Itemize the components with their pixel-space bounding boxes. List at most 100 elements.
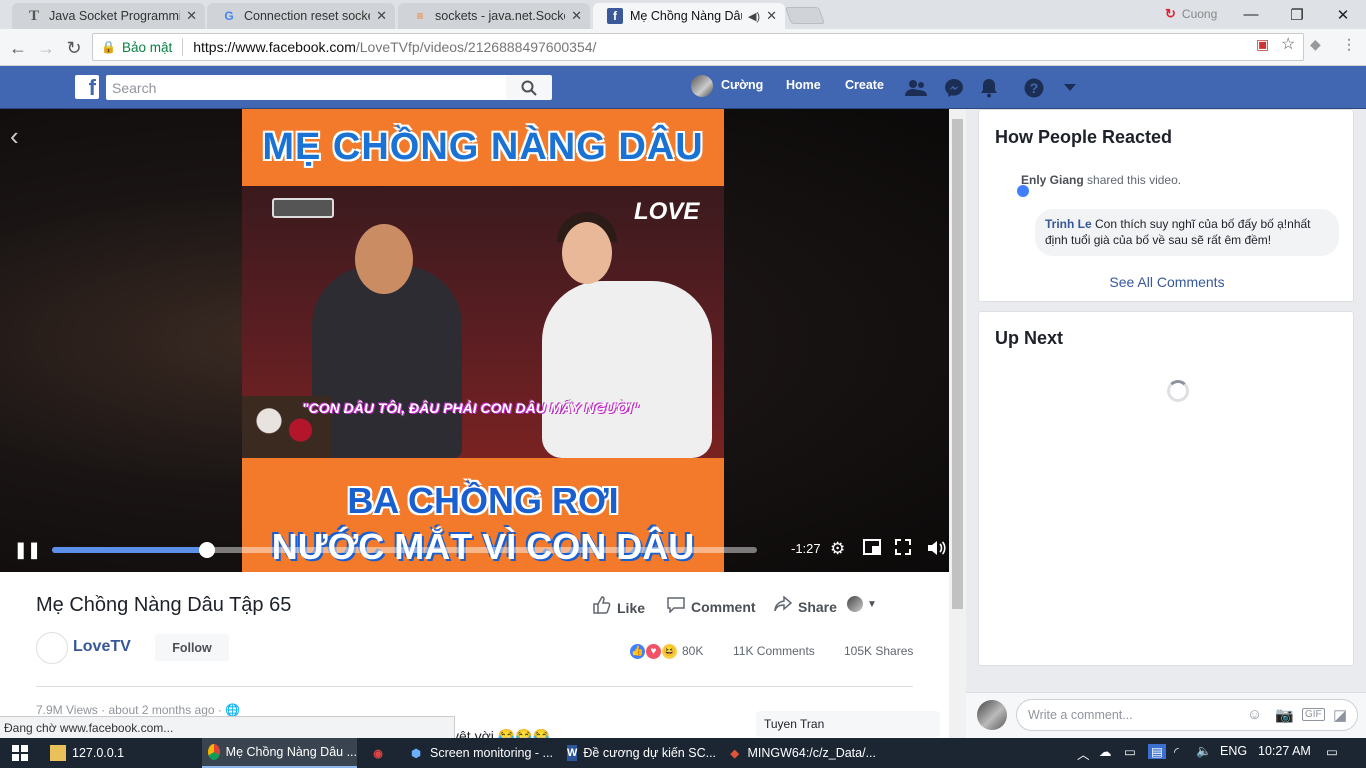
video-frame[interactable]: MẸ CHỒNG NÀNG DÂU LOVE "CON DÂU TÔI, ĐÂU… xyxy=(242,109,724,572)
taskbar-item-folder[interactable]: 127.0.0.1 xyxy=(44,738,194,768)
blocked-popup-icon[interactable]: ▣ xyxy=(1256,36,1269,53)
avatar[interactable] xyxy=(691,75,713,97)
like-button[interactable]: Like xyxy=(593,596,645,619)
how-people-reacted-heading: How People Reacted xyxy=(995,127,1173,147)
pause-icon[interactable]: ❚❚ xyxy=(14,540,41,560)
maximize-button[interactable]: ❐ xyxy=(1274,0,1320,29)
back-arrow-icon[interactable]: ‹ xyxy=(10,121,19,152)
video-controls: ❚❚ -1:27 ⚙ xyxy=(0,530,949,572)
profile-name: Cuong xyxy=(1181,7,1218,21)
facebook-logo[interactable]: f xyxy=(75,75,99,99)
close-tab-icon[interactable]: ✕ xyxy=(766,8,777,24)
share-button[interactable]: Share xyxy=(774,595,837,617)
comment-bubble: Trinh Le Con thích suy nghĩ của bố đấy b… xyxy=(1035,209,1339,256)
taskbar-item-chrome[interactable]: Mẹ Chồng Nàng Dâu ... xyxy=(202,738,357,768)
cube-icon: ⬢ xyxy=(411,747,421,760)
follow-button[interactable]: Follow xyxy=(155,634,229,661)
action-center-icon[interactable]: ▭ xyxy=(1326,744,1338,759)
tab-facebook-video[interactable]: f Mẹ Chồng Nàng Dâu ◀) ✕ xyxy=(593,3,785,29)
wifi-icon[interactable]: ◜ xyxy=(1174,744,1179,759)
post-as-selector[interactable]: ▼ xyxy=(847,596,877,612)
page-avatar[interactable] xyxy=(36,632,68,664)
account-menu-icon[interactable] xyxy=(1058,76,1082,100)
taskbar-item-screen-monitoring[interactable]: ⬢ Screen monitoring - ... xyxy=(402,738,554,768)
scrollbar-thumb[interactable] xyxy=(952,119,963,609)
page-scrollbar[interactable] xyxy=(949,109,966,738)
browser-tab-strip: T Java Socket Programming ✕ G Connection… xyxy=(0,0,1366,29)
help-icon[interactable]: ? xyxy=(1022,76,1046,100)
network-warning-icon[interactable]: ☁ xyxy=(1099,744,1112,759)
close-tab-icon[interactable]: ✕ xyxy=(571,8,582,24)
search-input[interactable] xyxy=(106,75,506,100)
tab-title: Java Socket Programming xyxy=(49,9,180,23)
up-next-card: Up Next xyxy=(978,311,1354,666)
seek-bar[interactable] xyxy=(52,542,757,558)
volume-tray-icon[interactable]: 🔈 xyxy=(1196,744,1212,759)
tab-connection-reset[interactable]: G Connection reset socket j ✕ xyxy=(207,3,395,29)
windows-start-icon[interactable] xyxy=(0,738,40,768)
app-window: T Java Socket Programming ✕ G Connection… xyxy=(0,0,1366,768)
comment-button[interactable]: Comment xyxy=(667,596,756,618)
reload-button[interactable]: ↻ xyxy=(63,37,85,59)
input-language[interactable]: ENG xyxy=(1220,744,1247,758)
see-all-comments-link[interactable]: See All Comments xyxy=(979,274,1355,290)
profile-link[interactable]: Cường xyxy=(721,78,763,92)
share-user-link[interactable]: Enly Giang xyxy=(1021,173,1084,187)
comments-count[interactable]: 11K Comments xyxy=(733,644,815,658)
create-link[interactable]: Create xyxy=(845,78,884,92)
messenger-icon[interactable] xyxy=(942,76,966,100)
comment-author-link[interactable]: Trinh Le xyxy=(1045,217,1092,231)
home-link[interactable]: Home xyxy=(786,78,821,92)
menu-icon[interactable]: ⋮ xyxy=(1342,36,1356,53)
video-caption: "CON DÂU TÔI, ĐÂU PHẢI CON DÂU MẤY NGƯỜI… xyxy=(302,400,640,416)
search-button[interactable] xyxy=(506,75,552,100)
notifications-icon[interactable] xyxy=(977,76,1001,100)
speaker-icon[interactable]: ◀) xyxy=(748,10,760,23)
close-tab-icon[interactable]: ✕ xyxy=(376,8,387,24)
close-window-button[interactable]: ✕ xyxy=(1320,0,1366,29)
bride-figure xyxy=(542,281,712,458)
extension-icon[interactable]: ◆ xyxy=(1310,36,1321,53)
app-icon: ◉ xyxy=(373,747,383,760)
show-hidden-icons-icon[interactable]: ︿ xyxy=(1077,744,1090,763)
tab-java-socket[interactable]: T Java Socket Programming ✕ xyxy=(12,3,205,29)
volume-icon[interactable] xyxy=(927,539,947,562)
tab-title: Connection reset socket j xyxy=(244,9,370,23)
clock[interactable]: 10:27 AM xyxy=(1258,744,1311,758)
seek-handle[interactable] xyxy=(199,542,216,558)
video-player[interactable]: ‹ MẸ CHỒNG NÀNG DÂU LOVE "CON DÂU TÔI, Đ… xyxy=(0,109,949,572)
new-tab-button[interactable] xyxy=(784,7,826,24)
bookmark-star-icon[interactable]: ☆ xyxy=(1281,34,1295,54)
video-overlay-title: MẸ CHỒNG NÀNG DÂU xyxy=(262,126,704,168)
video-title: Mẹ Chồng Nàng Dâu Tập 65 xyxy=(36,594,292,616)
friend-requests-icon[interactable] xyxy=(904,76,928,100)
app-tray-icon[interactable]: ▤ xyxy=(1148,744,1166,759)
taskbar-item-mingw[interactable]: ◆ MINGW64:/c/z_Data/... xyxy=(722,738,877,768)
chrome-icon xyxy=(208,744,220,760)
sticker-icon[interactable]: ◪ xyxy=(1333,706,1347,724)
reaction-count[interactable]: 80K xyxy=(682,644,703,658)
profile-button[interactable]: ↻ Cuong xyxy=(1165,6,1217,22)
battery-icon[interactable]: ▭ xyxy=(1124,744,1136,759)
page-name-link[interactable]: LoveTV xyxy=(73,638,131,656)
gif-icon[interactable]: GIF xyxy=(1302,708,1325,721)
share-label: Share xyxy=(798,598,837,615)
tab-sockets-stackoverflow[interactable]: ≡ sockets - java.net.SocketE ✕ xyxy=(398,3,590,29)
views-text: 7.9M Views · about 2 months ago · xyxy=(36,703,222,717)
camera-icon[interactable]: 📷 xyxy=(1275,706,1294,724)
shares-count[interactable]: 105K Shares xyxy=(844,644,913,658)
settings-gear-icon[interactable]: ⚙ xyxy=(830,539,845,559)
omnibox[interactable]: 🔒 Bảo mật https://www.facebook.com/LoveT… xyxy=(92,33,1304,61)
fullscreen-icon[interactable] xyxy=(895,539,911,560)
taskbar-item-word[interactable]: W Đề cương dự kiến SC... xyxy=(561,738,716,768)
close-tab-icon[interactable]: ✕ xyxy=(186,8,197,24)
minimize-button[interactable]: — xyxy=(1228,0,1274,29)
taskbar-item-app[interactable]: ◉ xyxy=(364,738,398,768)
svg-text:?: ? xyxy=(1030,80,1039,96)
picture-in-picture-icon[interactable] xyxy=(863,539,881,560)
emoji-icon[interactable]: ☺ xyxy=(1247,706,1262,723)
back-button[interactable]: ← xyxy=(7,37,29,59)
chevron-down-icon: ▼ xyxy=(867,598,877,610)
divider xyxy=(36,686,913,687)
forward-button[interactable]: → xyxy=(35,37,57,59)
